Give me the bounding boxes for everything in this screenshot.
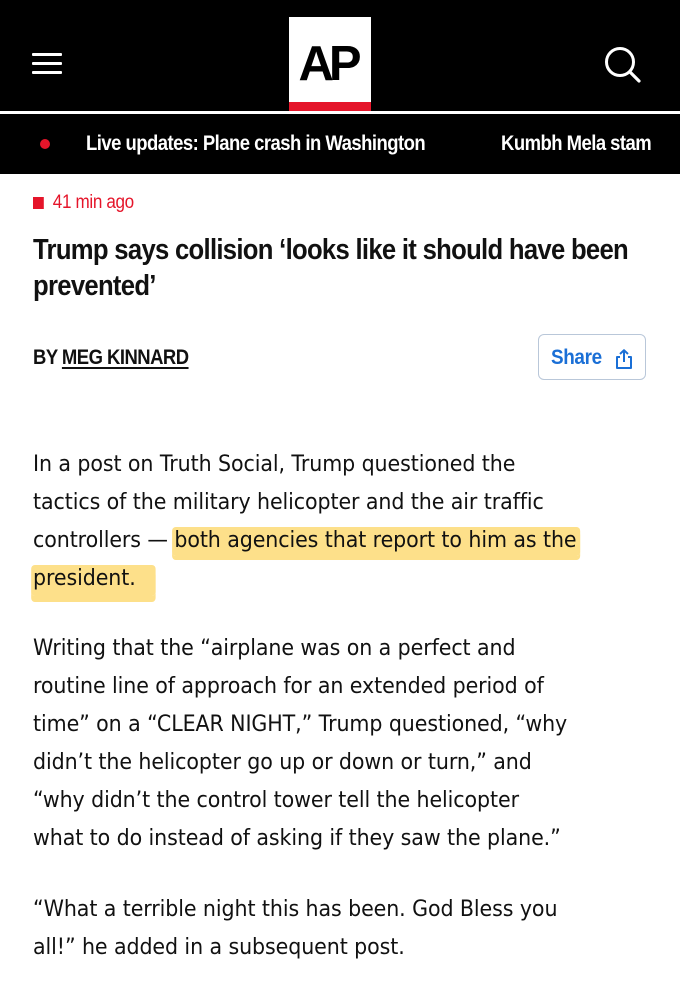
share-icon [616,349,632,369]
live-indicator-dot [40,139,50,149]
live-square-icon [33,197,44,209]
paragraph-text: controllers — [33,527,175,553]
logo-text: AP [298,37,361,91]
breaking-news-ticker: Live updates: Plane crash in Washington … [0,114,680,174]
ticker-link-kumbh-mela[interactable]: Kumbh Mela stam [501,130,652,158]
ap-logo[interactable]: AP [289,17,371,111]
paragraph-line: “why didn’t the control tower tell the h… [33,787,519,813]
ticker-link-plane-crash[interactable]: Live updates: Plane crash in Washington [86,130,426,158]
site-header: AP [0,0,680,111]
article-paragraph-3: “What a terrible night this has been. Go… [33,890,619,966]
highlighted-text: both agencies that report to him as the [172,527,581,556]
timestamp-text: 41 min ago [52,192,134,213]
paragraph-line: In a post on Truth Social, Trump questio… [33,451,516,477]
article-paragraph-1: In a post on Truth Social, Trump questio… [31,445,619,597]
paragraph-line: tactics of the military helicopter and t… [33,489,544,515]
paragraph-line: routine line of approach for an extended… [33,673,544,699]
search-icon[interactable] [602,44,642,84]
paragraph-line: time” on a “CLEAR NIGHT,” Trump question… [33,711,568,737]
paragraph-line: president. [31,559,619,597]
article-timestamp: 41 min ago [33,190,134,216]
article-paragraph-2: Writing that the “airplane was on a perf… [33,629,619,857]
logo-red-bar [289,102,371,111]
highlighted-text: president. [31,565,156,596]
article-headline: Trump says collision ‘looks like it shou… [33,234,629,302]
paragraph-line: all!” he added in a subsequent post. [33,934,405,960]
paragraph-line: controllers — both agencies that report … [33,521,619,559]
byline: BY MEG KINNARD [33,344,189,372]
paragraph-line: Writing that the “airplane was on a perf… [33,635,516,661]
paragraph-line: “What a terrible night this has been. Go… [33,896,558,922]
hamburger-menu-icon[interactable] [30,50,66,78]
share-button[interactable]: Share [538,334,646,380]
paragraph-line: didn’t the helicopter go up or down or t… [33,749,532,775]
author-link[interactable]: MEG KINNARD [62,346,189,369]
paragraph-line: what to do instead of asking if they saw… [33,825,561,851]
share-label: Share [551,346,602,369]
byline-prefix: BY [33,346,58,369]
